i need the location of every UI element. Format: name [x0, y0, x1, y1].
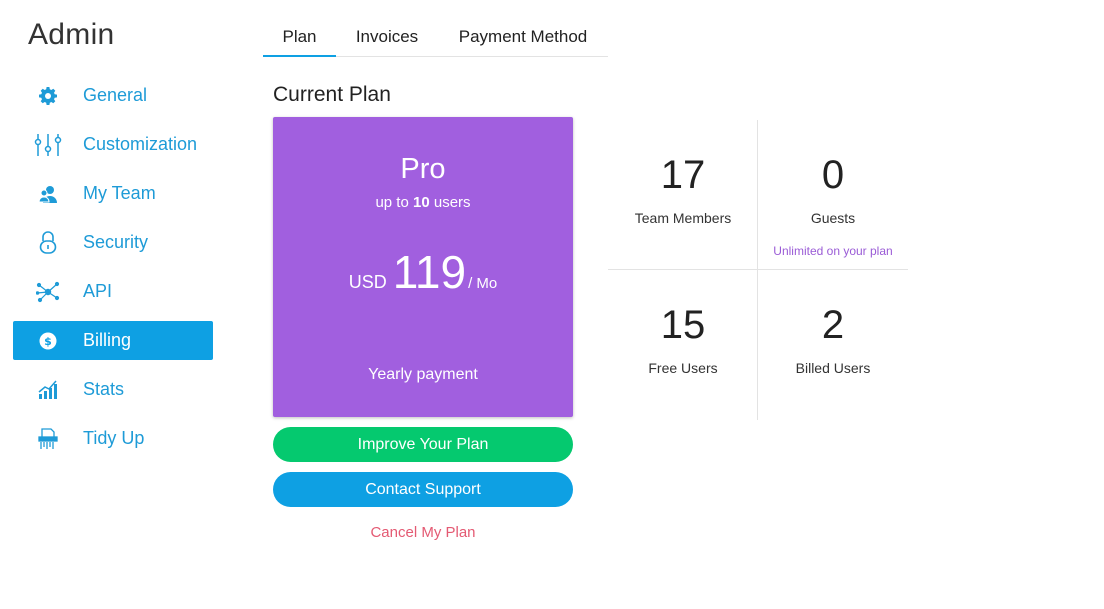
sidebar-item-my-team[interactable]: My Team — [13, 174, 213, 213]
stat-label: Team Members — [634, 210, 732, 226]
sidebar-item-label: Tidy Up — [83, 428, 145, 448]
cancel-plan-link[interactable]: Cancel My Plan — [273, 524, 573, 541]
usage-stats-grid: 17 Team Members 0 Guests Unlimited on yo… — [608, 120, 908, 420]
stat-label: Guests — [810, 210, 856, 226]
plan-user-limit: up to 10 users — [273, 194, 573, 211]
plan-currency: USD — [348, 272, 387, 292]
plan-name: Pro — [400, 153, 446, 185]
gear-icon — [13, 76, 83, 115]
stat-label: Free Users — [648, 360, 718, 376]
plan-users-prefix: up to — [375, 194, 409, 211]
plan-period: / Mo — [468, 275, 498, 292]
sidebar-item-label: Billing — [83, 330, 132, 350]
stat-team-members: 17 Team Members — [608, 150, 758, 226]
tab-plan[interactable]: Plan — [263, 18, 336, 57]
stat-free-users: 15 Free Users — [608, 300, 758, 376]
stat-value: 17 — [660, 153, 706, 197]
plan-price: USD 119 / Mo — [273, 247, 573, 297]
sidebar-item-api[interactable]: API — [13, 272, 213, 311]
sidebar-item-tidy-up[interactable]: Tidy Up — [13, 419, 213, 458]
sidebar-item-label: Security — [83, 232, 149, 252]
plan-users-count: 10 — [413, 194, 430, 211]
tab-invoices[interactable]: Invoices — [336, 18, 438, 57]
app-title: Admin — [28, 18, 115, 51]
network-icon — [13, 272, 83, 311]
stats-icon — [13, 370, 83, 409]
sidebar-item-general[interactable]: General — [13, 76, 213, 115]
sidebar-item-label: My Team — [83, 183, 156, 203]
stat-value: 15 — [660, 303, 706, 347]
sidebar-item-stats[interactable]: Stats — [13, 370, 213, 409]
team-icon — [13, 174, 83, 213]
plan-amount: 119 — [392, 246, 467, 298]
dollar-icon: $ — [13, 321, 83, 360]
tab-payment-method[interactable]: Payment Method — [438, 18, 608, 57]
stat-value: 0 — [821, 153, 845, 197]
sidebar: General Customization My Team Security A… — [13, 76, 213, 468]
plan-billing-cycle: Yearly payment — [368, 366, 478, 383]
stat-guests: 0 Guests Unlimited on your plan — [758, 150, 908, 258]
stat-billed-users: 2 Billed Users — [758, 300, 908, 376]
sidebar-item-customization[interactable]: Customization — [13, 125, 213, 164]
plan-card: Pro up to 10 users USD 119 / Mo Yearly p… — [273, 117, 573, 417]
plan-users-suffix: users — [433, 194, 471, 211]
stat-label: Billed Users — [795, 360, 871, 376]
tab-bar: Plan Invoices Payment Method — [263, 18, 608, 57]
sidebar-item-label: Stats — [83, 379, 125, 399]
contact-support-button[interactable]: Contact Support — [273, 472, 573, 507]
section-title: Current Plan — [273, 83, 391, 106]
sidebar-item-billing[interactable]: $ Billing — [13, 321, 213, 360]
sidebar-item-label: General — [83, 85, 148, 105]
sidebar-item-label: API — [83, 281, 113, 301]
shredder-icon — [13, 419, 83, 458]
lock-icon — [13, 223, 83, 262]
sidebar-item-security[interactable]: Security — [13, 223, 213, 262]
stat-value: 2 — [821, 303, 845, 347]
grid-divider-horizontal — [608, 269, 908, 270]
svg-text:$: $ — [44, 335, 52, 348]
stat-note: Unlimited on your plan — [773, 244, 893, 258]
sidebar-item-label: Customization — [83, 134, 198, 154]
sliders-icon — [13, 125, 83, 164]
improve-plan-button[interactable]: Improve Your Plan — [273, 427, 573, 462]
